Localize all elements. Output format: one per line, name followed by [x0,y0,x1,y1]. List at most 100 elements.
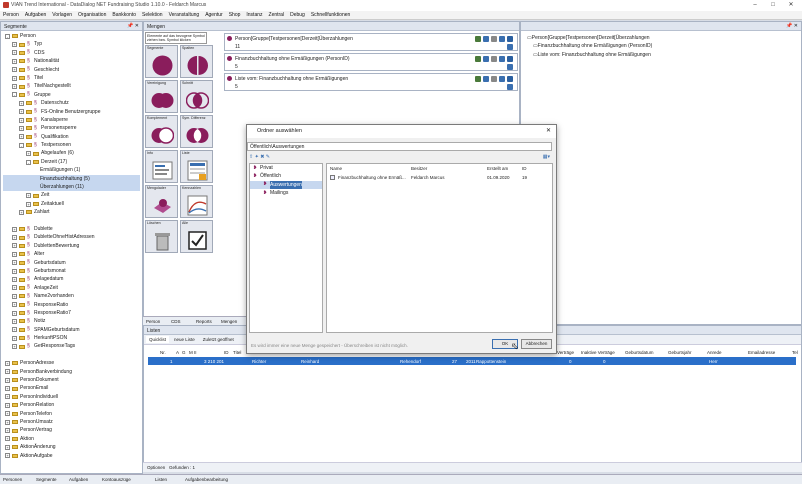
left-tab-2[interactable]: Aufgaben [69,477,88,482]
file-name[interactable]: Finanzbuchhaltung ohne Ermäß... [338,175,406,180]
tree-item[interactable]: + § Qualifikation [3,133,140,141]
cancel-button[interactable]: Abbrechen [521,339,552,349]
column-header[interactable]: Besitzer [411,166,427,171]
tree-item[interactable]: + Aktion [3,435,140,443]
mengen-tab-0[interactable]: Person [146,319,160,324]
left-tab-3[interactable]: Kontoauszüge [102,477,131,482]
tree-item[interactable]: + § Kanalsperre [3,116,140,124]
expand-icon[interactable]: + [12,42,17,48]
expand-icon[interactable]: - [26,159,31,165]
tree-item[interactable]: Finanzbuchhaltung (5) [3,174,140,184]
tree-item[interactable]: - § Gruppe [3,91,140,99]
set-item[interactable]: Liste vom: Finanzbuchhaltung ohne Ermäßi… [224,73,518,91]
save-icon[interactable] [507,44,513,50]
bottom-tab-1[interactable]: Aufgabenbearbeitung [185,477,228,482]
tree-item[interactable]: + § Typ [3,40,140,48]
menu-item-10[interactable]: Zentral [266,11,288,19]
column-header[interactable]: ID [522,166,527,171]
tree-item[interactable]: + § Geburtsmonat [3,267,140,275]
info-icon[interactable] [507,56,513,62]
filter-icon[interactable] [499,56,505,62]
expand-icon[interactable]: + [5,453,10,459]
tree-item[interactable]: + PersonDokument [3,376,140,384]
tree-item[interactable]: + § Dublette [3,225,140,233]
folder-item[interactable]: ❥ Öffentlich [250,172,322,180]
column-header[interactable]: Nr. [160,350,166,355]
tree-item[interactable]: + PersonIndividuell [3,393,140,401]
tile-loader[interactable]: Mengolader [145,185,178,218]
copy-icon[interactable] [483,56,489,62]
user-icon[interactable] [475,56,481,62]
tile-intersect[interactable]: Schnitt [180,80,213,113]
menu-item-4[interactable]: Bankkonto [109,11,139,19]
folder-item[interactable]: ❥ Privat [250,164,322,172]
info-icon[interactable] [507,36,513,42]
tree-item[interactable]: + § Nationalität [3,57,140,65]
expand-icon[interactable]: + [12,243,17,249]
expand-icon[interactable]: + [5,394,10,400]
new-folder-icon[interactable]: ✦ [255,154,259,160]
expand-icon[interactable]: + [12,235,17,241]
expand-icon[interactable]: + [19,209,24,215]
tree-item[interactable]: + § ResponseRatio [3,301,140,309]
expand-icon[interactable]: + [12,302,17,308]
column-header[interactable]: Name [330,166,342,171]
tree-item[interactable]: + § CDS [3,49,140,57]
tree-item[interactable]: + § AnlageZeit [3,284,140,292]
column-header[interactable]: Emailadresse [748,350,775,355]
tree-item[interactable]: + § TitelNachgestellt [3,82,140,90]
expand-icon[interactable]: + [26,193,31,199]
tree-item[interactable]: + PersonAdresse [3,359,140,367]
save-icon[interactable] [507,64,513,70]
expand-icon[interactable]: + [12,226,17,232]
tree-item[interactable]: + PersonRelation [3,401,140,409]
tree-item[interactable]: + § DublettenBewertung [3,242,140,250]
tree-item[interactable]: + Zeitaktuell [3,200,140,208]
column-header[interactable]: M II [189,350,197,355]
up-icon[interactable]: ⇧ [249,154,253,160]
tree-item[interactable]: + § Notiz [3,317,140,325]
expand-icon[interactable]: + [19,117,24,123]
user-icon[interactable] [475,36,481,42]
tile-info[interactable]: Info [145,150,178,183]
expand-icon[interactable]: + [5,428,10,434]
tree-item[interactable]: + § HerkunftPSON [3,334,140,342]
set-item[interactable]: Finanzbuchhaltung ohne Ermäßigungen (Per… [224,53,518,71]
expand-icon[interactable]: + [5,386,10,392]
edit-icon[interactable] [491,76,497,82]
tile-split[interactable]: Spalten [180,45,213,78]
column-header[interactable]: Geburtsdatum [625,350,654,355]
tree-item[interactable]: + § Geburtsdatum [3,259,140,267]
tree-item[interactable]: + § Alter [3,250,140,258]
tree-item[interactable]: + § GetResponseTags [3,342,140,350]
minimize-button[interactable]: – [746,0,764,11]
filter-icon[interactable] [499,76,505,82]
tree-item[interactable]: + Abgelaufen (6) [3,149,140,157]
filter-icon[interactable] [499,36,505,42]
expand-icon[interactable]: + [5,419,10,425]
tree-item[interactable]: + § FS-Online Benutzergruppe [3,108,140,116]
column-header[interactable]: Titel [233,350,241,355]
options-button[interactable]: Optionen [147,465,165,470]
tree-item[interactable]: + § Datenschutz [3,99,140,107]
expand-icon[interactable]: - [5,33,10,39]
tile-union[interactable]: Vereinigung [145,80,178,113]
expand-icon[interactable]: + [12,260,17,266]
tree-item[interactable]: + § Name2vorhanden [3,292,140,300]
tree-item[interactable]: + PersonVertrag [3,426,140,434]
tree-item[interactable]: + PersonUmsatz [3,418,140,426]
expand-icon[interactable]: + [5,444,10,450]
expand-icon[interactable]: + [12,277,17,283]
save-icon[interactable] [507,84,513,90]
list-tab-1[interactable]: neue Liste [171,336,198,343]
expand-icon[interactable]: + [19,100,24,106]
tile-symdiff[interactable]: Sym. Differenz [180,115,213,148]
dialog-close-icon[interactable]: ✕ [546,127,551,134]
tree-item[interactable]: + § Anlagedatum [3,275,140,283]
menu-item-12[interactable]: Schnellfunktionen [308,11,353,19]
expand-icon[interactable]: + [12,318,17,324]
menu-item-1[interactable]: Aufgaben [22,11,49,19]
menu-item-9[interactable]: Instanz [243,11,265,19]
expand-icon[interactable]: + [12,58,17,64]
expand-icon[interactable]: + [5,436,10,442]
